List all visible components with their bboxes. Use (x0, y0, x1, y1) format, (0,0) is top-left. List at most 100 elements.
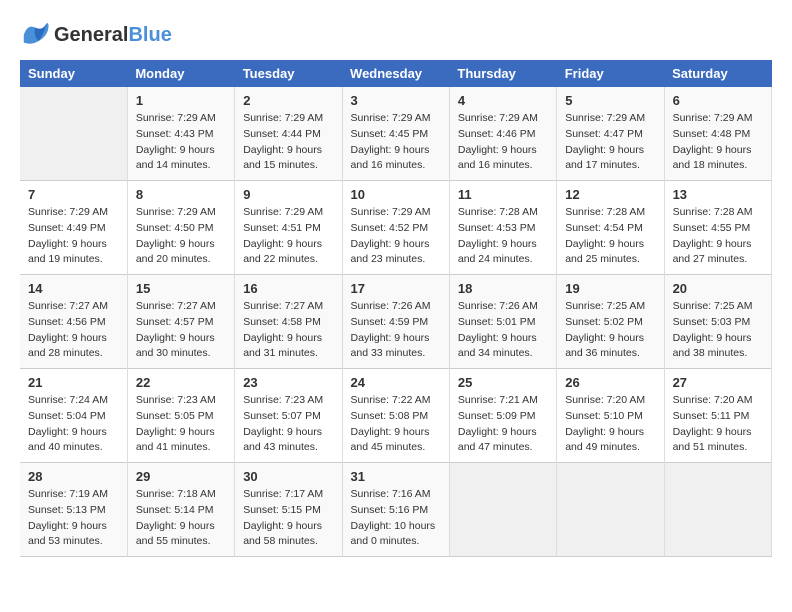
weekday-header-tuesday: Tuesday (235, 60, 342, 87)
weekday-header-monday: Monday (127, 60, 234, 87)
day-info: Sunrise: 7:16 AM Sunset: 5:16 PM Dayligh… (351, 487, 441, 550)
weekday-header-thursday: Thursday (449, 60, 556, 87)
week-row-3: 14 Sunrise: 7:27 AM Sunset: 4:56 PM Dayli… (20, 275, 772, 369)
day-info: Sunrise: 7:28 AM Sunset: 4:53 PM Dayligh… (458, 205, 548, 268)
day-info: Sunrise: 7:27 AM Sunset: 4:58 PM Dayligh… (243, 299, 333, 362)
day-info: Sunrise: 7:29 AM Sunset: 4:43 PM Dayligh… (136, 111, 226, 174)
day-number: 19 (565, 281, 655, 296)
day-info: Sunrise: 7:29 AM Sunset: 4:52 PM Dayligh… (351, 205, 441, 268)
calendar-cell: 14 Sunrise: 7:27 AM Sunset: 4:56 PM Dayli… (20, 275, 127, 369)
calendar-cell: 30Sunrise: 7:17 AM Sunset: 5:15 PM Dayli… (235, 463, 342, 557)
logo-icon (20, 20, 50, 50)
day-number: 7 (28, 187, 119, 202)
calendar-cell: 22 Sunrise: 7:23 AM Sunset: 5:05 PM Dayli… (127, 369, 234, 463)
day-number: 13 (673, 187, 763, 202)
day-info: Sunrise: 7:21 AM Sunset: 5:09 PM Dayligh… (458, 393, 548, 456)
day-number: 28 (28, 469, 119, 484)
day-number: 10 (351, 187, 441, 202)
calendar-cell: 27 Sunrise: 7:20 AM Sunset: 5:11 PM Dayli… (664, 369, 771, 463)
page-header: GeneralBlue (20, 20, 772, 50)
day-number: 1 (136, 93, 226, 108)
day-info: Sunrise: 7:27 AM Sunset: 4:57 PM Dayligh… (136, 299, 226, 362)
day-info: Sunrise: 7:29 AM Sunset: 4:46 PM Dayligh… (458, 111, 548, 174)
day-info: Sunrise: 7:25 AM Sunset: 5:02 PM Dayligh… (565, 299, 655, 362)
day-info: Sunrise: 7:29 AM Sunset: 4:50 PM Dayligh… (136, 205, 226, 268)
day-number: 18 (458, 281, 548, 296)
day-number: 4 (458, 93, 548, 108)
day-number: 12 (565, 187, 655, 202)
calendar-cell (664, 463, 771, 557)
day-number: 22 (136, 375, 226, 390)
calendar-cell: 19 Sunrise: 7:25 AM Sunset: 5:02 PM Dayli… (557, 275, 664, 369)
calendar-cell: 23 Sunrise: 7:23 AM Sunset: 5:07 PM Dayli… (235, 369, 342, 463)
day-info: Sunrise: 7:23 AM Sunset: 5:05 PM Dayligh… (136, 393, 226, 456)
day-number: 26 (565, 375, 655, 390)
day-info: Sunrise: 7:22 AM Sunset: 5:08 PM Dayligh… (351, 393, 441, 456)
day-info: Sunrise: 7:20 AM Sunset: 5:10 PM Dayligh… (565, 393, 655, 456)
day-number: 20 (673, 281, 763, 296)
day-number: 31 (351, 469, 441, 484)
day-info: Sunrise: 7:26 AM Sunset: 4:59 PM Dayligh… (351, 299, 441, 362)
day-info: Sunrise: 7:19 AM Sunset: 5:13 PM Dayligh… (28, 487, 119, 550)
day-number: 17 (351, 281, 441, 296)
calendar-cell: 17 Sunrise: 7:26 AM Sunset: 4:59 PM Dayli… (342, 275, 449, 369)
day-info: Sunrise: 7:29 AM Sunset: 4:45 PM Dayligh… (351, 111, 441, 174)
day-number: 21 (28, 375, 119, 390)
calendar-cell: 28 Sunrise: 7:19 AM Sunset: 5:13 PM Dayli… (20, 463, 127, 557)
day-info: Sunrise: 7:26 AM Sunset: 5:01 PM Dayligh… (458, 299, 548, 362)
day-info: Sunrise: 7:20 AM Sunset: 5:11 PM Dayligh… (673, 393, 763, 456)
calendar-table: SundayMondayTuesdayWednesdayThursdayFrid… (20, 60, 772, 557)
day-number: 9 (243, 187, 333, 202)
calendar-cell: 15 Sunrise: 7:27 AM Sunset: 4:57 PM Dayli… (127, 275, 234, 369)
calendar-cell: 12 Sunrise: 7:28 AM Sunset: 4:54 PM Dayli… (557, 181, 664, 275)
logo: GeneralBlue (20, 20, 172, 50)
day-number: 27 (673, 375, 763, 390)
day-info: Sunrise: 7:29 AM Sunset: 4:47 PM Dayligh… (565, 111, 655, 174)
calendar-cell: 26 Sunrise: 7:20 AM Sunset: 5:10 PM Dayli… (557, 369, 664, 463)
day-number: 14 (28, 281, 119, 296)
calendar-cell: 11 Sunrise: 7:28 AM Sunset: 4:53 PM Dayli… (449, 181, 556, 275)
calendar-cell: 10 Sunrise: 7:29 AM Sunset: 4:52 PM Dayli… (342, 181, 449, 275)
weekday-header-row: SundayMondayTuesdayWednesdayThursdayFrid… (20, 60, 772, 87)
calendar-cell: 25Sunrise: 7:21 AM Sunset: 5:09 PM Dayli… (449, 369, 556, 463)
day-info: Sunrise: 7:29 AM Sunset: 4:49 PM Dayligh… (28, 205, 119, 268)
day-number: 3 (351, 93, 441, 108)
calendar-cell: 24 Sunrise: 7:22 AM Sunset: 5:08 PM Dayli… (342, 369, 449, 463)
day-number: 16 (243, 281, 333, 296)
calendar-cell: 8Sunrise: 7:29 AM Sunset: 4:50 PM Daylig… (127, 181, 234, 275)
day-number: 15 (136, 281, 226, 296)
day-info: Sunrise: 7:28 AM Sunset: 4:54 PM Dayligh… (565, 205, 655, 268)
calendar-cell: 3 Sunrise: 7:29 AM Sunset: 4:45 PM Daylig… (342, 87, 449, 181)
week-row-5: 28 Sunrise: 7:19 AM Sunset: 5:13 PM Dayli… (20, 463, 772, 557)
logo-text: GeneralBlue (54, 24, 172, 46)
calendar-cell: 9Sunrise: 7:29 AM Sunset: 4:51 PM Daylig… (235, 181, 342, 275)
calendar-cell: 1 Sunrise: 7:29 AM Sunset: 4:43 PM Daylig… (127, 87, 234, 181)
calendar-cell: 20Sunrise: 7:25 AM Sunset: 5:03 PM Dayli… (664, 275, 771, 369)
calendar-cell: 31 Sunrise: 7:16 AM Sunset: 5:16 PM Dayli… (342, 463, 449, 557)
calendar-cell (449, 463, 556, 557)
day-number: 2 (243, 93, 333, 108)
calendar-cell (20, 87, 127, 181)
day-info: Sunrise: 7:28 AM Sunset: 4:55 PM Dayligh… (673, 205, 763, 268)
day-info: Sunrise: 7:27 AM Sunset: 4:56 PM Dayligh… (28, 299, 119, 362)
day-info: Sunrise: 7:29 AM Sunset: 4:48 PM Dayligh… (673, 111, 763, 174)
calendar-cell: 29Sunrise: 7:18 AM Sunset: 5:14 PM Dayli… (127, 463, 234, 557)
day-info: Sunrise: 7:23 AM Sunset: 5:07 PM Dayligh… (243, 393, 333, 456)
day-number: 23 (243, 375, 333, 390)
calendar-cell: 5Sunrise: 7:29 AM Sunset: 4:47 PM Daylig… (557, 87, 664, 181)
weekday-header-friday: Friday (557, 60, 664, 87)
weekday-header-sunday: Sunday (20, 60, 127, 87)
day-number: 11 (458, 187, 548, 202)
day-info: Sunrise: 7:29 AM Sunset: 4:44 PM Dayligh… (243, 111, 333, 174)
weekday-header-saturday: Saturday (664, 60, 771, 87)
day-number: 30 (243, 469, 333, 484)
calendar-cell: 16 Sunrise: 7:27 AM Sunset: 4:58 PM Dayli… (235, 275, 342, 369)
weekday-header-wednesday: Wednesday (342, 60, 449, 87)
calendar-cell: 18 Sunrise: 7:26 AM Sunset: 5:01 PM Dayli… (449, 275, 556, 369)
calendar-cell (557, 463, 664, 557)
day-number: 24 (351, 375, 441, 390)
calendar-cell: 4 Sunrise: 7:29 AM Sunset: 4:46 PM Daylig… (449, 87, 556, 181)
week-row-4: 21 Sunrise: 7:24 AM Sunset: 5:04 PM Dayli… (20, 369, 772, 463)
day-info: Sunrise: 7:24 AM Sunset: 5:04 PM Dayligh… (28, 393, 119, 456)
week-row-2: 7 Sunrise: 7:29 AM Sunset: 4:49 PM Daylig… (20, 181, 772, 275)
